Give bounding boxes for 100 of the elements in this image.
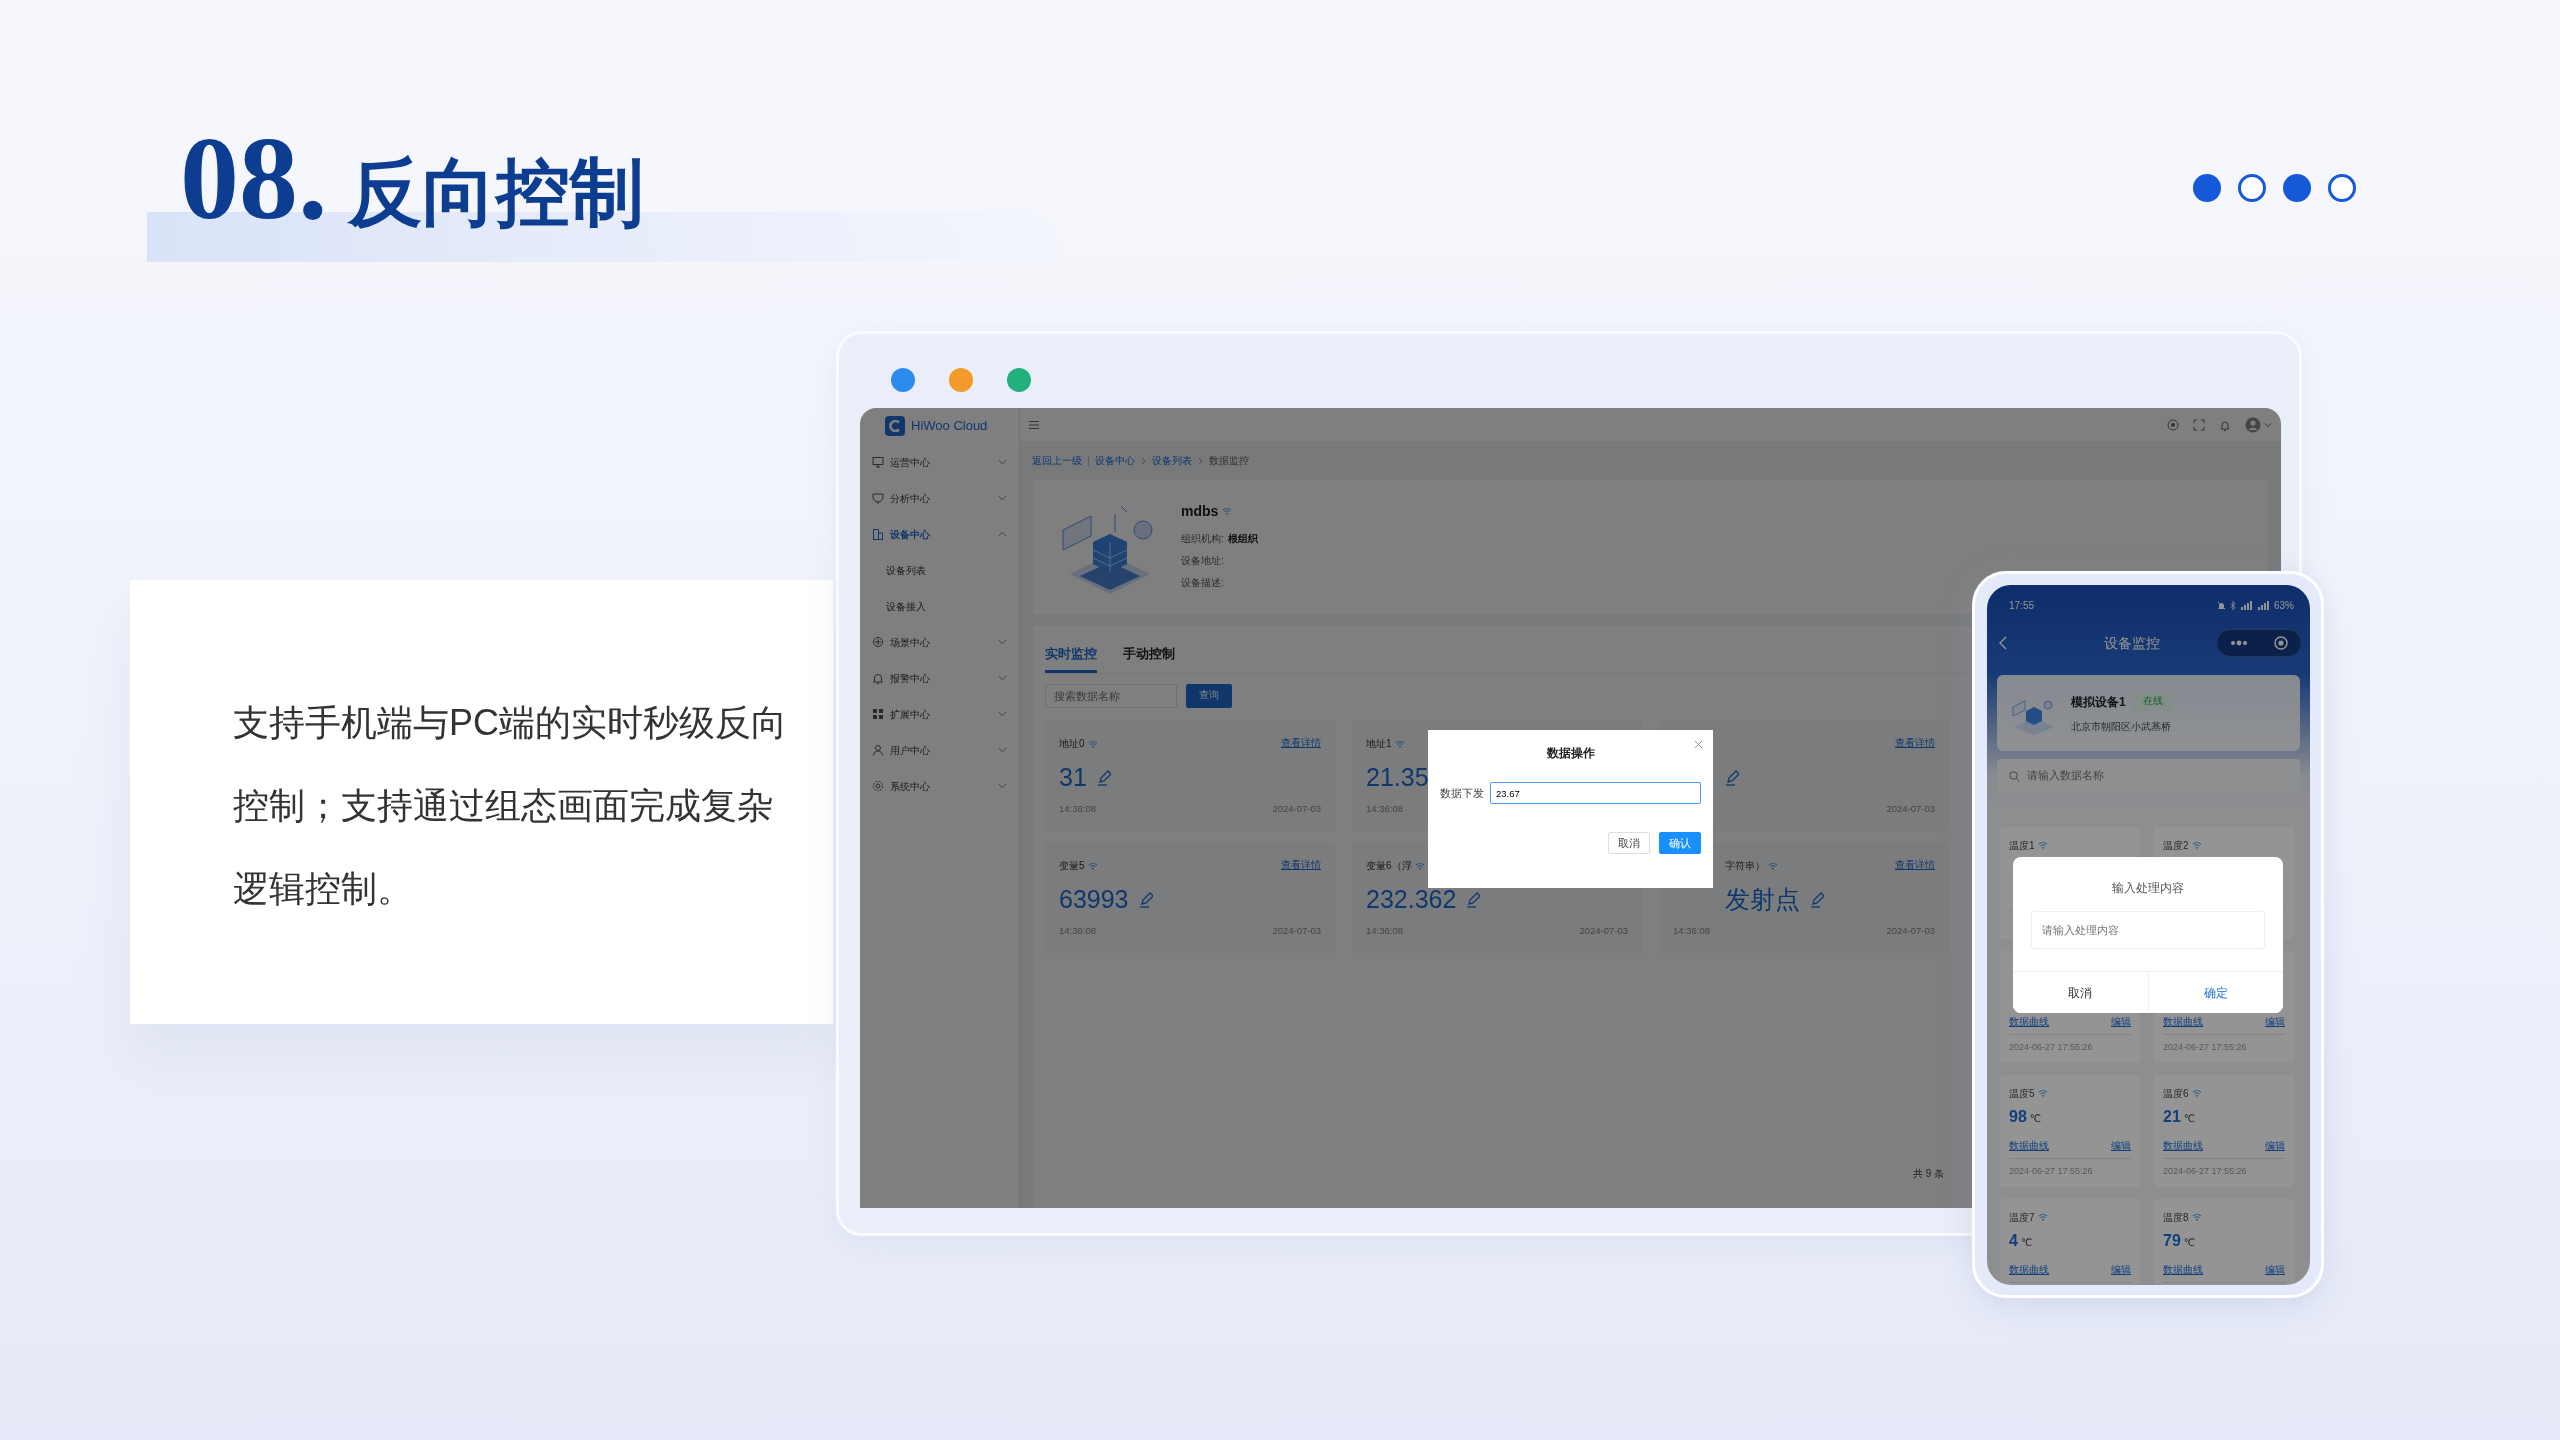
cup-icon: [872, 491, 884, 505]
edit-link[interactable]: 编辑: [2265, 1014, 2285, 1029]
breadcrumb-item[interactable]: 设备中心: [1095, 453, 1135, 469]
field-label: 设备描述:: [1181, 576, 1224, 588]
unit-label: ℃: [2183, 1236, 2196, 1250]
avatar-icon[interactable]: [2245, 416, 2273, 433]
search-field[interactable]: 请输入数据名称: [2025, 767, 2265, 785]
pencil-icon[interactable]: [1466, 891, 1481, 908]
pencil-icon[interactable]: [1810, 891, 1824, 908]
data-name-label: 变量5: [1059, 859, 1085, 873]
bell-muted-icon: [2217, 600, 2226, 610]
field-label: 设备地址:: [1181, 554, 1224, 566]
input-field[interactable]: 请输入处理内容: [2031, 911, 2265, 949]
status-badge: 在线: [2132, 692, 2173, 711]
data-value: 98: [2009, 1107, 2027, 1127]
fullscreen-icon[interactable]: [2193, 418, 2205, 431]
page-dot[interactable]: [2283, 174, 2311, 202]
chart-link[interactable]: 数据曲线: [2163, 1138, 2203, 1153]
tab[interactable]: 实时监控: [1045, 640, 1097, 673]
wifi-icon: [2191, 841, 2202, 849]
unit-label: ℃: [2029, 1112, 2042, 1126]
device-name: 模拟设备1: [2071, 693, 2126, 711]
search-button[interactable]: 查询: [1186, 683, 1232, 708]
sidebar-item[interactable]: 报警中心: [860, 660, 1019, 696]
data-value: 4: [2009, 1231, 2018, 1251]
target-icon[interactable]: [2167, 418, 2179, 431]
menu-icon[interactable]: [1028, 419, 1040, 430]
sidebar-item[interactable]: 分析中心: [860, 480, 1019, 516]
chevron-down-icon: [998, 639, 1007, 645]
page-dot[interactable]: [2238, 174, 2266, 202]
edit-link[interactable]: 编辑: [2111, 1138, 2131, 1153]
chart-link[interactable]: 数据曲线: [2009, 1138, 2049, 1153]
data-name-label: 温度6: [2163, 1086, 2189, 1101]
sidebar-item[interactable]: 用户中心: [860, 732, 1019, 768]
wifi-icon: [1394, 739, 1405, 748]
cancel-button[interactable]: 取消: [1608, 832, 1650, 854]
data-name-label: 温度7: [2009, 1210, 2035, 1225]
details-link[interactable]: 查看详情: [1895, 736, 1935, 751]
data-name-label: 地址0: [1059, 737, 1085, 751]
window-control-dot[interactable]: [891, 368, 915, 392]
bell-icon[interactable]: [2219, 418, 2231, 431]
tab[interactable]: 手动控制: [1123, 640, 1175, 673]
data-value: 232.362: [1366, 887, 1457, 912]
wifi-icon: [1087, 861, 1098, 870]
pencil-icon[interactable]: [1096, 769, 1111, 786]
confirm-button[interactable]: 确认: [1659, 832, 1701, 854]
bluetooth-icon: [2230, 600, 2236, 610]
edit-link[interactable]: 编辑: [2111, 1014, 2131, 1029]
breadcrumb-item: 数据监控: [1209, 453, 1249, 468]
page-dot[interactable]: [2193, 174, 2221, 202]
edit-link[interactable]: 编辑: [2265, 1262, 2285, 1277]
sidebar-item[interactable]: 系统中心: [860, 768, 1019, 804]
sidebar-item[interactable]: 扩展中心: [860, 696, 1019, 732]
search-field[interactable]: 搜索数据名称: [1045, 683, 1177, 708]
data-value: 21: [2163, 1107, 2181, 1127]
chevron-down-icon: [998, 711, 1007, 717]
back-link[interactable]: 返回上一级: [1032, 453, 1082, 469]
capsule-menu[interactable]: [2216, 629, 2302, 657]
close-icon[interactable]: [1694, 740, 1703, 749]
sidebar-item[interactable]: 设备中心: [860, 516, 1019, 552]
data-name-label: 温度2: [2163, 838, 2189, 853]
breadcrumb-item[interactable]: 设备列表: [1152, 453, 1192, 469]
back-icon[interactable]: [1999, 636, 2007, 650]
value-input-field[interactable]: 23.67: [1490, 782, 1701, 804]
chart-link[interactable]: 数据曲线: [2009, 1014, 2049, 1029]
logo-icon: [885, 416, 905, 436]
pencil-icon[interactable]: [1725, 769, 1739, 786]
chevron-down-icon: [998, 495, 1007, 501]
data-value: 79: [2163, 1231, 2181, 1251]
chevron-down-icon: [998, 459, 1007, 465]
chart-link[interactable]: 数据曲线: [2163, 1262, 2203, 1277]
page-dot[interactable]: [2328, 174, 2356, 202]
device-address: 北京市朝阳区小武基桥: [2071, 719, 2172, 734]
field-label: 组织机构:: [1181, 532, 1224, 544]
sidebar-item[interactable]: 运营中心: [860, 444, 1019, 480]
total-count: 共 9 条: [1913, 1167, 1945, 1181]
chart-link[interactable]: 数据曲线: [2009, 1262, 2049, 1277]
unit-label: ℃: [2183, 1112, 2196, 1126]
more-icon[interactable]: [2230, 640, 2248, 646]
wifi-icon: [1768, 861, 1778, 870]
edit-link[interactable]: 编辑: [2111, 1262, 2131, 1277]
window-control-dot[interactable]: [949, 368, 973, 392]
edit-link[interactable]: 编辑: [2265, 1138, 2285, 1153]
screen-title: 设备监控: [2102, 633, 2161, 653]
details-link[interactable]: 查看详情: [1895, 858, 1935, 873]
slide-number: 08.: [180, 120, 328, 238]
chevron-up-icon: [998, 531, 1007, 537]
details-link[interactable]: 查看详情: [1281, 736, 1321, 751]
sidebar-subitem[interactable]: 设备列表: [860, 552, 1019, 588]
sidebar-subitem[interactable]: 设备接入: [860, 588, 1019, 624]
chevron-right-icon: [1141, 457, 1146, 465]
search-field[interactable]: 请输入数据名称: [1997, 759, 2300, 793]
details-link[interactable]: 查看详情: [1281, 858, 1321, 873]
confirm-button[interactable]: 确定: [2147, 972, 2283, 1013]
data-name-label: 变量6（浮: [1366, 859, 1412, 873]
window-control-dot[interactable]: [1007, 368, 1031, 392]
chevron-right-icon: [1198, 457, 1203, 465]
chart-link[interactable]: 数据曲线: [2163, 1014, 2203, 1029]
pencil-icon[interactable]: [1138, 891, 1153, 908]
sidebar-item[interactable]: 场景中心: [860, 624, 1019, 660]
